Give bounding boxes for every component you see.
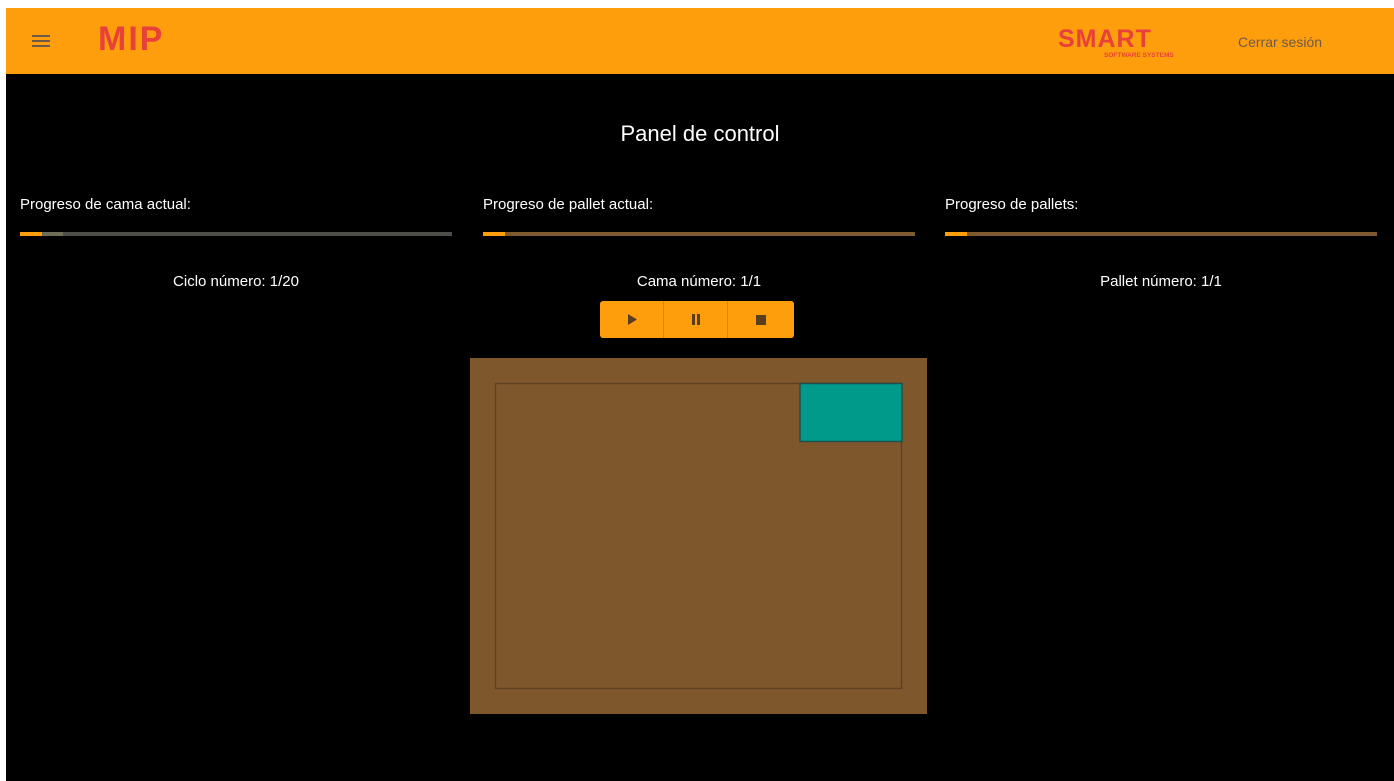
smart-software-logo: SMART SOFTWARE SYSTEMS [1058, 25, 1210, 59]
progress-pallets: Progreso de pallets: Pallet número: 1/1 [945, 195, 1377, 290]
play-button[interactable] [600, 301, 664, 338]
progress-pallet: Progreso de pallet actual: Cama número: … [483, 195, 915, 290]
progress-pallets-label: Progreso de pallets: [945, 196, 1079, 213]
smart-logo-subtext: SOFTWARE SYSTEMS [1104, 52, 1174, 59]
mip-logo: MIP [98, 21, 170, 57]
progress-bed-buffer [20, 232, 452, 236]
stop-button[interactable] [728, 301, 794, 338]
smart-logo-text: SMART [1058, 25, 1152, 53]
cycle-count: Ciclo número: 1/20 [173, 273, 299, 290]
pallet-box [799, 382, 903, 443]
playback-controls [600, 301, 796, 338]
play-icon [627, 314, 637, 325]
progress-pallets-fill [945, 232, 967, 236]
stop-icon [756, 314, 766, 325]
progress-pallet-bar [483, 232, 915, 236]
bed-count: Cama número: 1/1 [636, 273, 762, 290]
menu-icon [32, 35, 50, 47]
mip-logo-text: MIP [98, 21, 164, 57]
top-toolbar: MIP SMART SOFTWARE SYSTEMS Cerrar sesión [6, 8, 1394, 74]
progress-bed-label: Progreso de cama actual: [20, 196, 191, 213]
page-title: Panel de control [620, 121, 780, 146]
pause-button[interactable] [664, 301, 728, 338]
progress-pallet-fill [483, 232, 505, 236]
progress-pallets-bar [945, 232, 1377, 236]
menu-button[interactable] [28, 28, 54, 54]
progress-pallets-buffer [945, 232, 1377, 236]
pallet-visualization [470, 358, 927, 714]
progress-bed: Progreso de cama actual: Ciclo número: 1… [20, 195, 452, 290]
progress-bed-bar [20, 232, 452, 236]
pause-icon [691, 314, 700, 325]
progress-pallet-buffer [483, 232, 915, 236]
logout-link[interactable]: Cerrar sesión [1238, 34, 1322, 50]
progress-pallet-label: Progreso de pallet actual: [483, 196, 654, 213]
progress-bed-fill [20, 232, 42, 236]
pallet-count: Pallet número: 1/1 [1100, 273, 1222, 290]
app-window: MIP SMART SOFTWARE SYSTEMS Cerrar sesión… [6, 8, 1394, 781]
